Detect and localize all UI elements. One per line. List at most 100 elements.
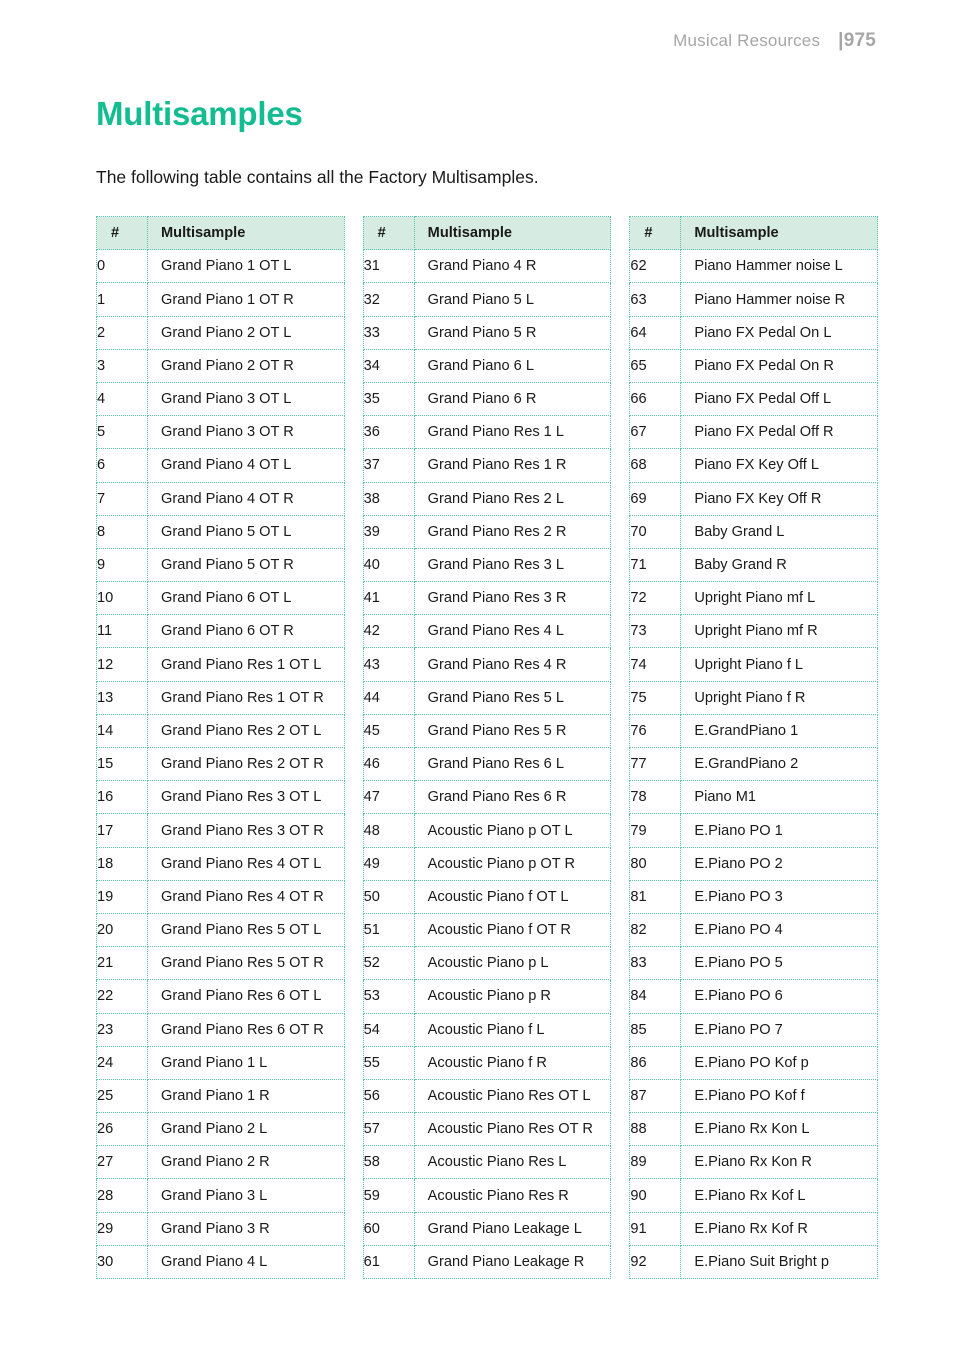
table-row: 38 Grand Piano Res 2 L (362, 482, 612, 516)
cell-multisample-name: Grand Piano 4 R (414, 249, 612, 284)
cell-multisample-name: E.Piano Rx Kon L (680, 1112, 879, 1147)
cell-number: 30 (96, 1245, 148, 1280)
table-row: 41 Grand Piano Res 3 R (362, 581, 612, 616)
cell-number: 89 (629, 1145, 682, 1180)
table-row: 88 E.Piano Rx Kon L (629, 1112, 879, 1147)
table-row: 68 Piano FX Key Off L (629, 448, 879, 483)
table-row: 59 Acoustic Piano Res R (362, 1178, 612, 1213)
cell-multisample-name: Grand Piano Res 3 OT R (147, 813, 345, 848)
cell-multisample-name: E.Piano Rx Kon R (680, 1145, 879, 1180)
cell-number: 14 (96, 714, 148, 749)
cell-number: 41 (362, 581, 415, 616)
table-row: 49 Acoustic Piano p OT R (362, 847, 612, 881)
cell-multisample-name: Grand Piano Res 5 OT R (147, 946, 345, 981)
cell-number: 57 (362, 1112, 415, 1147)
cell-multisample-name: Grand Piano Res 1 OT R (147, 681, 345, 715)
cell-number: 63 (629, 282, 682, 317)
cell-number: 56 (362, 1079, 415, 1114)
cell-number: 66 (629, 382, 682, 417)
table-row: 18 Grand Piano Res 4 OT L (96, 847, 345, 881)
cell-multisample-name: Grand Piano Res 4 OT R (147, 880, 345, 914)
table-row: 81 E.Piano PO 3 (629, 880, 879, 914)
cell-number: 91 (629, 1212, 682, 1246)
multisample-table-column-2: # Multisample 31 Grand Piano 4 R 32 Grand P… (362, 216, 612, 1280)
table-row: 21 Grand Piano Res 5 OT R (96, 946, 345, 981)
table-row: 64 Piano FX Pedal On L (629, 316, 879, 350)
cell-multisample-name: Grand Piano Res 1 L (414, 415, 612, 450)
cell-number: 44 (362, 681, 415, 715)
cell-multisample-name: Piano FX Pedal Off L (680, 382, 879, 417)
cell-multisample-name: Grand Piano Res 2 L (414, 482, 612, 516)
cell-multisample-name: Grand Piano Res 4 R (414, 647, 612, 682)
cell-number: 1 (96, 282, 148, 317)
cell-multisample-name: Piano M1 (680, 780, 879, 815)
column-header-multisample: Multisample (414, 216, 612, 251)
cell-number: 73 (629, 614, 682, 649)
cell-number: 58 (362, 1145, 415, 1180)
table-row: 9 Grand Piano 5 OT R (96, 548, 345, 583)
cell-number: 35 (362, 382, 415, 417)
page-content: Multisamples The following table contain… (96, 0, 879, 1280)
table-body-2: 31 Grand Piano 4 R 32 Grand Piano 5 L 33 Gran… (362, 249, 612, 1280)
cell-number: 47 (362, 780, 415, 815)
table-row: 43 Grand Piano Res 4 R (362, 647, 612, 682)
table-row: 46 Grand Piano Res 6 L (362, 747, 612, 782)
cell-number: 82 (629, 913, 682, 948)
cell-number: 5 (96, 415, 148, 450)
cell-number: 55 (362, 1046, 415, 1080)
cell-multisample-name: Piano Hammer noise L (680, 249, 879, 284)
cell-number: 81 (629, 880, 682, 914)
cell-multisample-name: Piano FX Pedal On R (680, 349, 879, 383)
cell-number: 48 (362, 813, 415, 848)
cell-multisample-name: Grand Piano Res 2 OT L (147, 714, 345, 749)
cell-multisample-name: Grand Piano 6 L (414, 349, 612, 383)
table-row: 76 E.GrandPiano 1 (629, 714, 879, 749)
page-title: Multisamples (96, 95, 303, 132)
table-row: 10 Grand Piano 6 OT L (96, 581, 345, 616)
table-row: 47 Grand Piano Res 6 R (362, 780, 612, 815)
cell-multisample-name: Grand Piano Res 6 OT L (147, 979, 345, 1014)
cell-number: 17 (96, 813, 148, 848)
table-row: 14 Grand Piano Res 2 OT L (96, 714, 345, 749)
cell-multisample-name: Acoustic Piano f OT R (414, 913, 612, 948)
cell-number: 21 (96, 946, 148, 981)
cell-multisample-name: Grand Piano Res 2 OT R (147, 747, 345, 782)
cell-multisample-name: Grand Piano 1 OT L (147, 249, 345, 284)
table-header: # Multisample (629, 216, 879, 251)
cell-multisample-name: Grand Piano 2 OT L (147, 316, 345, 350)
cell-multisample-name: Grand Piano Res 3 R (414, 581, 612, 616)
column-header-multisample: Multisample (147, 216, 345, 251)
table-row: 29 Grand Piano 3 R (96, 1212, 345, 1246)
table-row: 92 E.Piano Suit Bright p (629, 1245, 879, 1280)
table-row: 19 Grand Piano Res 4 OT R (96, 880, 345, 914)
cell-number: 70 (629, 515, 682, 549)
table-row: 86 E.Piano PO Kof p (629, 1046, 879, 1080)
cell-multisample-name: Grand Piano Leakage R (414, 1245, 612, 1280)
table-row: 73 Upright Piano mf R (629, 614, 879, 649)
cell-multisample-name: Grand Piano 4 L (147, 1245, 345, 1280)
table-row: 80 E.Piano PO 2 (629, 847, 879, 881)
table-row: 22 Grand Piano Res 6 OT L (96, 979, 345, 1014)
table-row: 27 Grand Piano 2 R (96, 1145, 345, 1180)
table-row: 39 Grand Piano Res 2 R (362, 515, 612, 549)
table-row: 3 Grand Piano 2 OT R (96, 349, 345, 383)
cell-multisample-name: E.Piano PO 2 (680, 847, 879, 881)
table-row: 16 Grand Piano Res 3 OT L (96, 780, 345, 815)
cell-multisample-name: Baby Grand L (680, 515, 879, 549)
cell-multisample-name: Acoustic Piano f OT L (414, 880, 612, 914)
cell-number: 76 (629, 714, 682, 749)
table-row: 91 E.Piano Rx Kof R (629, 1212, 879, 1246)
table-row: 20 Grand Piano Res 5 OT L (96, 913, 345, 948)
table-row: 50 Acoustic Piano f OT L (362, 880, 612, 914)
table-row: 31 Grand Piano 4 R (362, 249, 612, 284)
cell-multisample-name: E.Piano PO 5 (680, 946, 879, 981)
cell-number: 36 (362, 415, 415, 450)
table-row: 58 Acoustic Piano Res L (362, 1145, 612, 1180)
cell-number: 16 (96, 780, 148, 815)
table-row: 6 Grand Piano 4 OT L (96, 448, 345, 483)
cell-number: 10 (96, 581, 148, 616)
table-row: 45 Grand Piano Res 5 R (362, 714, 612, 749)
cell-number: 20 (96, 913, 148, 948)
cell-number: 87 (629, 1079, 682, 1114)
cell-number: 64 (629, 316, 682, 350)
